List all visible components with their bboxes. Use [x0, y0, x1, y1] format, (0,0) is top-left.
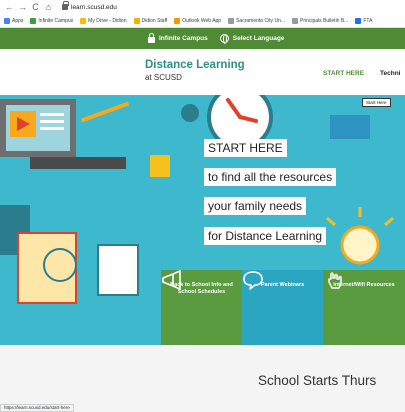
globe-icon — [219, 34, 229, 44]
site-title[interactable]: Distance Learning — [145, 59, 245, 71]
google-drive-icon — [80, 17, 87, 24]
laptop-base — [30, 157, 126, 169]
bookmark-infinite-campus[interactable]: Infinite Campus — [30, 17, 73, 24]
lightbulb-icon — [340, 225, 380, 265]
fta-icon — [355, 17, 362, 24]
bookmark-principals[interactable]: Principals Bulletin B... — [292, 17, 348, 24]
cube-shape — [150, 155, 170, 177]
infinite-campus-icon — [30, 17, 37, 24]
gear-icon — [181, 104, 199, 122]
bookmark-outlook[interactable]: Outlook Web App — [174, 17, 221, 24]
speech-bubble-icon — [243, 271, 263, 290]
pencil-shape — [80, 101, 130, 123]
nav-start-here[interactable]: START HERE — [323, 70, 364, 77]
bookmark-my-drive[interactable]: My Drive - Didion — [80, 17, 127, 24]
megaphone-icon — [162, 270, 181, 290]
tile-back-to-school[interactable]: Back to School Info and School Schedules — [161, 270, 242, 345]
lock-icon — [62, 1, 69, 10]
lock-icon — [148, 33, 155, 43]
paper-shape — [97, 244, 139, 296]
tile-internet-wifi[interactable]: Internet/Wifi Resources — [323, 270, 405, 345]
url-field[interactable]: learn.scusd.edu — [71, 4, 117, 11]
bookmark-fta[interactable]: FTA — [355, 17, 372, 24]
page-icon — [292, 17, 298, 24]
site-subtitle: at SCUSD — [145, 73, 182, 82]
hero-line-4: for Distance Learning — [204, 227, 327, 245]
light-ray — [326, 216, 336, 227]
bookmark-apps[interactable]: Apps — [4, 17, 23, 24]
forward-arrow-icon[interactable]: → — [17, 2, 28, 13]
text-line — [40, 127, 64, 130]
page-icon — [228, 17, 235, 24]
back-arrow-icon[interactable]: ← — [4, 2, 15, 13]
text-line — [40, 113, 64, 116]
home-icon[interactable]: ⌂ — [43, 2, 54, 13]
notebook-shape — [17, 232, 77, 304]
site-header: Distance Learning at SCUSD START HERE Te… — [0, 49, 405, 95]
hero-line-1: START HERE — [204, 139, 287, 157]
bookmarks-bar: Apps Infinite Campus My Drive - Didion D… — [0, 14, 405, 28]
school-starts-heading: School Starts Thurs — [258, 373, 377, 388]
tile-parent-webinars[interactable]: Parent Webinars — [242, 270, 323, 345]
infinite-campus-link[interactable]: Infinite Campus — [148, 33, 208, 43]
hand-pointer-icon — [328, 272, 342, 289]
folder-shape — [330, 115, 370, 139]
browser-address-bar: ← → C ⌂ learn.scusd.edu — [0, 0, 405, 14]
bookmark-didion-staff[interactable]: Didion Staff — [133, 17, 167, 24]
status-bar-url: https://learn.scusd.edu/start-here — [0, 404, 74, 412]
hero-line-3: your family needs — [204, 197, 307, 215]
select-language-link[interactable]: Select Language — [219, 34, 284, 44]
nav-technology[interactable]: Techni — [380, 70, 400, 77]
reload-icon[interactable]: C — [30, 2, 41, 13]
folder-icon — [133, 17, 140, 24]
text-line — [40, 120, 64, 123]
apps-grid-icon — [4, 17, 10, 24]
start-here-button[interactable]: Start Here — [362, 98, 391, 107]
hero-line-2: to find all the resources — [204, 168, 337, 186]
site-top-bar: Infinite Campus Select Language — [0, 28, 405, 49]
bookmark-sacramento[interactable]: Sacramento City Un... — [228, 17, 285, 24]
hero-banner: Start Here START HERE to find all the re… — [0, 95, 405, 345]
outlook-icon — [174, 17, 181, 24]
lower-section: School Starts Thurs — [0, 345, 405, 412]
light-ray — [384, 216, 394, 227]
